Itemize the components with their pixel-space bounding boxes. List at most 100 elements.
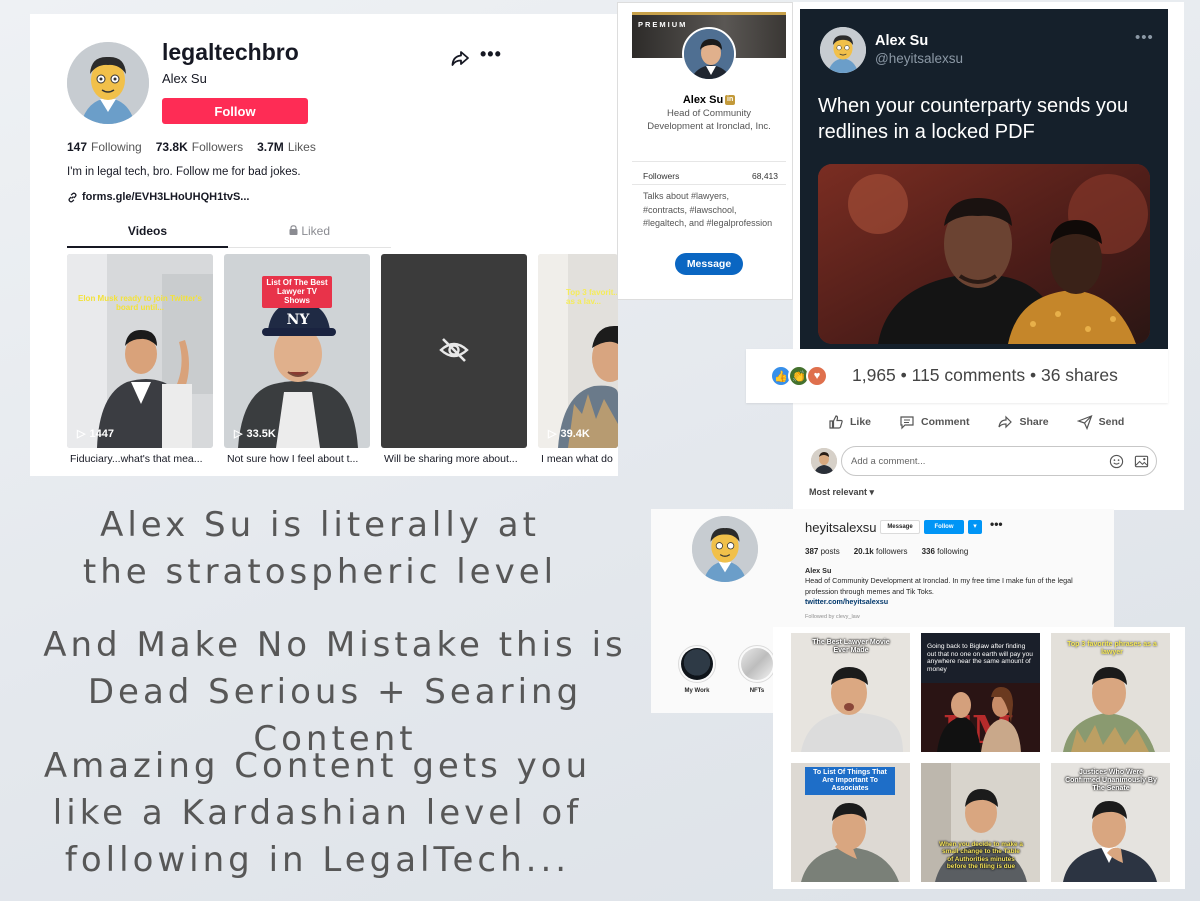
grid-video-caption: When you decide to make a small change t… [939, 841, 1023, 871]
highlight-my-work[interactable] [678, 645, 716, 683]
share-icon[interactable] [450, 48, 470, 68]
chevron-down-icon[interactable]: ▾ [968, 520, 982, 534]
video-thumbnail-image [538, 254, 618, 448]
tab-videos[interactable]: Videos [67, 224, 228, 248]
video-views: ▷ 33.5K [234, 427, 276, 441]
tab-liked[interactable]: Liked [228, 224, 391, 238]
video-overlay-text: List Of The Best Lawyer TV Shows [262, 276, 332, 308]
video-views: ▷ 39.4K [548, 427, 590, 441]
profile-avatar[interactable] [67, 42, 149, 124]
profile-photo[interactable] [682, 27, 736, 81]
like-button[interactable]: Like [828, 410, 871, 434]
followers-label: Followers [643, 171, 680, 181]
grid-video-caption: Top 3 favorite phrases as a lawyer [1067, 641, 1157, 657]
tab-liked-label: Liked [301, 224, 331, 238]
divider [632, 184, 786, 185]
video-thumbnail-private[interactable] [381, 254, 527, 448]
tweet-image[interactable] [818, 164, 1150, 344]
tiktok-profile-panel: legaltechbro Alex Su Follow ••• 147 Follo… [30, 14, 618, 476]
stat-posts: 387 posts [805, 547, 840, 556]
followed-by[interactable]: Followed by clevy_law [805, 614, 860, 620]
stat-following: 147 Following [67, 140, 142, 154]
grid-video-caption: The Best Lawyer Movie Ever Made [812, 639, 890, 655]
reaction-summary[interactable]: 1,965 • 115 comments • 36 shares [852, 365, 1118, 386]
video-grid-panel: The Best Lawyer Movie Ever Made EM Going… [773, 627, 1185, 889]
slide-text-line-3: Amazing Content gets you like a Kardashi… [43, 746, 592, 880]
video-thumbnail[interactable]: NY List Of The Best Lawyer TV Shows ▷ 33.… [224, 254, 370, 448]
tweet-author-handle: @heyitsalexsu [875, 51, 963, 66]
highlight-nfts[interactable] [738, 645, 776, 683]
post-actions: Like Comment Share Send [800, 410, 1168, 434]
post-reactions-bar: 👍 👏 ♥ 1,965 • 115 comments • 36 shares [746, 349, 1168, 403]
lock-icon [289, 224, 301, 238]
instagram-bio: Alex Su Head of Community Development at… [805, 566, 1100, 608]
grid-video-tile[interactable]: Justices Who Were Confirmed Unanimously … [1051, 763, 1170, 882]
grid-video-caption: Justices Who Were Confirmed Unanimously … [1065, 769, 1157, 793]
video-caption: Fiduciary...what's that mea... [70, 453, 203, 465]
slide-text-line-1: Alex Su is literally at the stratospheri… [82, 505, 558, 592]
emoji-icon[interactable] [1109, 454, 1124, 469]
follow-button[interactable]: Follow [924, 520, 964, 534]
play-icon: ▷ [234, 428, 243, 440]
more-options-icon[interactable]: ••• [480, 44, 502, 65]
comment-icon [900, 416, 914, 430]
profile-link-text: forms.gle/EVH3LHoUHQH1tvS... [82, 191, 250, 203]
comment-button[interactable]: Comment [899, 410, 969, 434]
stat-following[interactable]: 336 following [922, 547, 969, 556]
linkedin-profile-card: PREMIUM Alex Su in Head of Community Deve… [617, 2, 793, 300]
instagram-avatar[interactable] [692, 516, 758, 582]
grid-video-tile[interactable]: The Best Lawyer Movie Ever Made [791, 633, 910, 752]
grid-video-tile[interactable]: Top 3 favorite phrases as a lawyer [1051, 633, 1170, 752]
comment-input[interactable]: Add a comment... [841, 446, 1157, 476]
video-caption: Will be sharing more about... [384, 453, 518, 465]
instagram-stats: 387 posts 20.1k followers 336 following [805, 547, 968, 556]
talks-about: Talks about #lawyers, #contracts, #lawsc… [643, 191, 773, 228]
grid-video-tile[interactable]: When you decide to make a small change t… [921, 763, 1040, 882]
commenter-avatar [811, 448, 837, 474]
profile-tabs: Videos Liked [67, 224, 391, 248]
bio-text: Head of Community Development at Ironcla… [805, 576, 1073, 596]
followers-count: 68,413 [752, 171, 778, 181]
follow-button[interactable]: Follow [162, 98, 308, 124]
profile-link[interactable]: forms.gle/EVH3LHoUHQH1tvS... [67, 191, 249, 203]
tweet-avatar[interactable] [820, 27, 866, 73]
play-icon: ▷ [77, 428, 86, 440]
share-button[interactable]: Share [997, 410, 1049, 434]
tweet-text: When your counterparty sends you redline… [818, 95, 1129, 144]
thumbs-up-icon [829, 415, 843, 429]
grid-video-caption: Going back to Biglaw after finding out t… [927, 643, 1033, 673]
video-overlay-text: Top 3 favorit... as a lav... [566, 288, 618, 307]
grid-video-tile[interactable]: EM Going back to Biglaw after finding ou… [921, 633, 1040, 752]
hidden-eye-icon [439, 338, 469, 362]
send-button[interactable]: Send [1076, 410, 1124, 434]
stat-likes: 3.7M Likes [257, 140, 316, 154]
comment-sort-dropdown[interactable]: Most relevant ▾ [809, 487, 874, 498]
highlight-label: My Work [684, 688, 710, 694]
video-overlay-text: Elon Musk ready to join Twitter's board … [78, 294, 202, 313]
bio-name: Alex Su [805, 566, 832, 575]
profile-stats: 147 Following 73.8K Followers 3.7M Likes [67, 140, 316, 154]
reaction-icons[interactable]: 👍 👏 ♥ [770, 365, 828, 387]
comment-placeholder: Add a comment... [851, 456, 926, 467]
bio-link[interactable]: twitter.com/heyitsalexsu [805, 597, 1100, 607]
message-button[interactable]: Message [880, 520, 920, 534]
linkedin-premium-icon: in [725, 95, 736, 106]
svg-text:NY: NY [287, 312, 311, 328]
stat-followers[interactable]: 20.1k followers [854, 547, 908, 556]
message-button[interactable]: Message [675, 253, 743, 275]
video-thumbnail[interactable]: Top 3 favorit... as a lav... ▷ 39.4K [538, 254, 618, 448]
more-options-icon[interactable]: ••• [1135, 29, 1154, 46]
more-options-icon[interactable]: ••• [990, 517, 1003, 531]
profile-name[interactable]: Alex Su in [632, 94, 786, 106]
profile-headline: Head of Community Development at Ironcla… [647, 108, 771, 132]
send-icon [1076, 414, 1093, 430]
video-thumbnail[interactable]: Elon Musk ready to join Twitter's board … [67, 254, 213, 448]
video-views: ▷ 1447 [77, 427, 114, 441]
grid-video-tile[interactable]: To List Of Things That Are Important To … [791, 763, 910, 882]
video-thumbnail-image [67, 254, 213, 448]
video-caption: I mean what do [541, 453, 613, 465]
play-icon: ▷ [548, 428, 557, 440]
slide-text-line-2: And Make No Mistake this is Dead Serious… [43, 625, 627, 759]
tweet-author-name: Alex Su [875, 33, 929, 49]
image-icon[interactable] [1134, 454, 1149, 469]
